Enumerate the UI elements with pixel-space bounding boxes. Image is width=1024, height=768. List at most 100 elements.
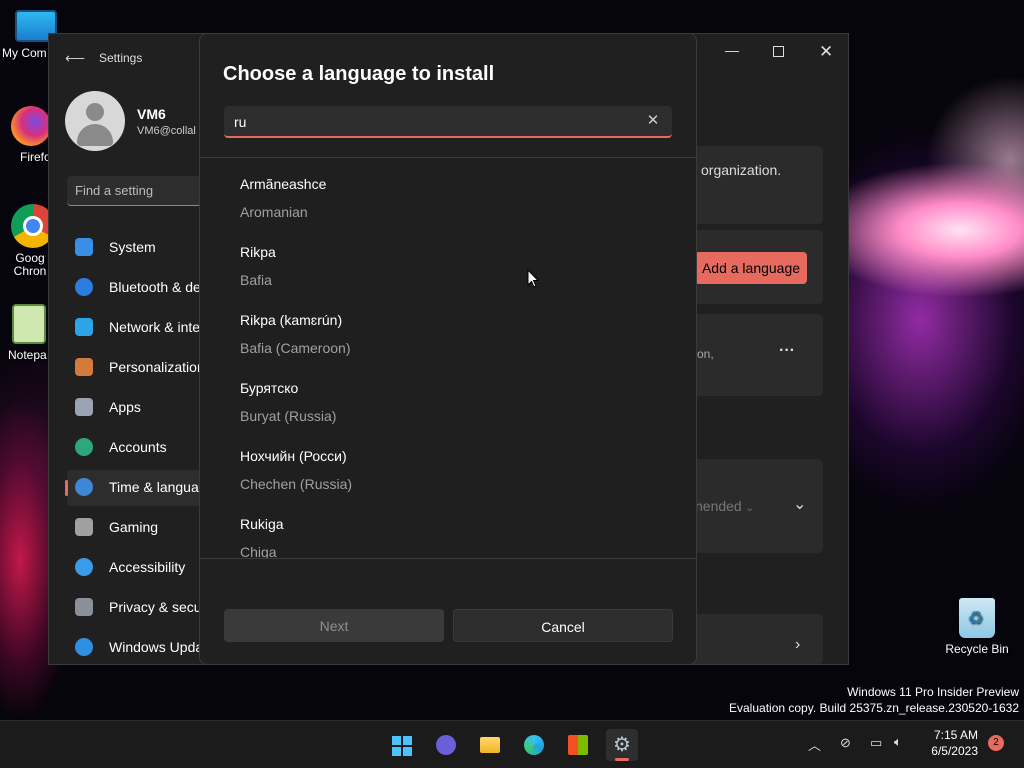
edge-button[interactable]: [518, 729, 550, 761]
recycle-bin-icon: ♻: [959, 598, 995, 638]
org-text: organization.: [701, 162, 782, 178]
avatar[interactable]: [65, 91, 125, 151]
chat-icon: [436, 735, 456, 755]
add-language-button[interactable]: Add a language: [695, 252, 807, 284]
language-list-item[interactable]: Rukiga Chiga: [200, 502, 696, 558]
notification-badge[interactable]: 2: [988, 735, 1004, 751]
sidebar-item-label: Windows Upda: [109, 639, 204, 655]
org-card: [679, 146, 823, 224]
language-list-item[interactable]: Armãneashce Aromanian: [200, 162, 696, 230]
minimize-button[interactable]: —: [725, 42, 739, 58]
chrome-center: [23, 216, 43, 236]
recommended-text: nended: [695, 498, 742, 514]
close-window-button[interactable]: ✕: [819, 42, 833, 62]
gamepad-icon: [75, 518, 93, 536]
language-english-name: Chechen (Russia): [240, 476, 353, 492]
sidebar-item-personalization[interactable]: Personalization: [67, 350, 212, 386]
show-hidden-icons-chevron[interactable]: ︿: [808, 735, 821, 754]
expand-chevron-icon[interactable]: ⌄: [793, 494, 806, 514]
brush-icon: [75, 358, 93, 376]
recommended-dropdown[interactable]: nended ⌄: [695, 498, 754, 514]
language-search-input[interactable]: [234, 112, 624, 132]
sidebar-item-label: Gaming: [109, 519, 159, 535]
settings-taskbar-button[interactable]: ⚙: [606, 729, 638, 761]
sidebar-item-time-langua[interactable]: Time & langua: [65, 470, 212, 506]
chevron-right-icon[interactable]: ›: [795, 636, 800, 654]
watermark-line-1: Windows 11 Pro Insider Preview: [847, 685, 1019, 699]
back-arrow-icon[interactable]: ⟵: [65, 50, 85, 67]
language-search-box[interactable]: ✕: [224, 106, 672, 138]
watermark-line-2: Evaluation copy. Build 25375.zn_release.…: [729, 701, 1019, 715]
more-options-icon[interactable]: ···: [779, 342, 795, 360]
language-native-name: Бурятско: [240, 380, 299, 396]
desktop-icon-recycle-bin[interactable]: ♻ Recycle Bin: [942, 598, 1012, 656]
apps-icon: [75, 398, 93, 416]
avatar-head: [86, 103, 104, 121]
network-disconnected-icon[interactable]: ⊘: [840, 735, 851, 751]
language-english-name: Chiga: [240, 544, 277, 558]
maximize-icon: [773, 46, 784, 57]
related-card: [679, 614, 823, 664]
language-list-item[interactable]: Нохчийн (Росси) Chechen (Russia): [200, 434, 696, 502]
clock-date: 6/5/2023: [931, 744, 978, 758]
taskbar: ⚙ ︿ ⊘ ▭ 🔈︎ 7:15 AM 6/5/2023 2: [0, 720, 1024, 768]
gear-icon: ⚙: [613, 734, 631, 756]
sidebar-item-network-inte[interactable]: Network & inte: [67, 310, 212, 346]
language-english-name: Buryat (Russia): [240, 408, 337, 424]
language-list-item[interactable]: Rikpa (kamɛrún) Bafia (Cameroon): [200, 298, 696, 366]
sidebar-item-system[interactable]: System: [67, 230, 212, 266]
shield-icon: [75, 598, 93, 616]
globe-clock-icon: [75, 478, 93, 496]
maximize-button[interactable]: [773, 42, 784, 57]
sidebar-item-label: Privacy & secu: [109, 599, 202, 615]
mouse-cursor: [527, 269, 539, 288]
sidebar-item-gaming[interactable]: Gaming: [67, 510, 212, 546]
desktop-icon-label: Goog Chron: [13, 251, 47, 278]
person-icon: [75, 438, 93, 456]
sidebar-item-accounts[interactable]: Accounts: [67, 430, 212, 466]
monitor-icon: [75, 238, 93, 256]
language-english-name: Bafia (Cameroon): [240, 340, 351, 356]
next-button[interactable]: Next: [224, 609, 444, 642]
language-native-name: Rikpa (kamɛrún): [240, 312, 343, 328]
language-list-item[interactable]: Rikpa Bafia: [200, 230, 696, 298]
sidebar-item-label: System: [109, 239, 156, 255]
network-icon[interactable]: ▭: [870, 735, 882, 751]
desktop-icon-notepad[interactable]: Notepa: [4, 304, 54, 362]
sidebar-item-windows-upda[interactable]: Windows Upda: [67, 630, 212, 666]
selection-indicator: [65, 480, 68, 496]
avatar-body: [77, 124, 113, 146]
file-explorer-button[interactable]: [474, 729, 506, 761]
desktop-icon-label: Recycle Bin: [945, 642, 1009, 656]
sidebar-item-apps[interactable]: Apps: [67, 390, 212, 426]
store-button[interactable]: [562, 729, 594, 761]
windows-logo-icon: [392, 736, 412, 756]
user-email: VM6@collal: [137, 125, 196, 137]
sidebar-item-accessibility[interactable]: Accessibility: [67, 550, 212, 586]
sidebar-item-bluetooth-de[interactable]: Bluetooth & de: [67, 270, 212, 306]
sidebar-item-label: Bluetooth & de: [109, 279, 201, 295]
sidebar-item-label: Accessibility: [109, 559, 186, 575]
dialog-title: Choose a language to install: [223, 63, 495, 85]
edge-icon: [524, 735, 544, 755]
user-name: VM6: [137, 106, 166, 122]
language-english-name: Aromanian: [240, 204, 308, 220]
sidebar-item-privacy-secu[interactable]: Privacy & secu: [67, 590, 212, 626]
language-native-name: Rikpa: [240, 244, 276, 260]
cancel-button[interactable]: Cancel: [453, 609, 673, 642]
start-button[interactable]: [386, 729, 418, 761]
sidebar-item-label: Personalization: [109, 359, 205, 375]
store-icon: [568, 735, 588, 755]
chevron-down-icon: ⌄: [745, 503, 754, 514]
teams-chat-button[interactable]: [430, 729, 462, 761]
clear-search-icon[interactable]: ✕: [642, 110, 664, 132]
sidebar-item-label: Accounts: [109, 439, 167, 455]
language-list-item[interactable]: Бурятско Buryat (Russia): [200, 366, 696, 434]
volume-icon[interactable]: 🔈︎: [894, 734, 902, 750]
language-list[interactable]: Armãneashce Aromanian Rikpa Bafia Rikpa (kam…: [200, 158, 696, 558]
clock-time: 7:15 AM: [933, 728, 978, 742]
find-setting-input[interactable]: Find a setting: [67, 176, 212, 206]
folder-icon: [480, 737, 500, 753]
clock[interactable]: 7:15 AM 6/5/2023: [908, 727, 978, 759]
active-indicator: [615, 758, 629, 761]
